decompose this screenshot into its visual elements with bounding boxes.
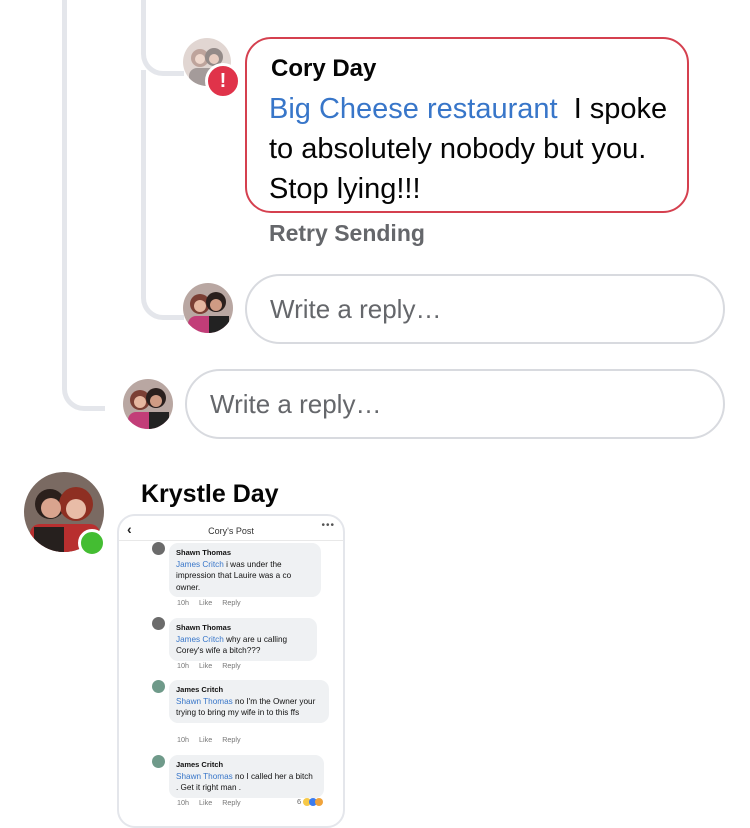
- list-item: Shawn Thomas James Critch why are u call…: [169, 618, 317, 661]
- error-badge-icon: !: [205, 63, 241, 99]
- avatar: [123, 379, 173, 429]
- like-link: Like: [199, 735, 213, 744]
- reply-link: Reply: [222, 598, 241, 607]
- attached-screenshot[interactable]: ‹ Cory's Post ••• Shawn Thomas James Cri…: [117, 514, 345, 828]
- list-item: James Critch Shawn Thomas no I'm the Own…: [169, 680, 329, 723]
- comment-author[interactable]: Krystle Day: [141, 480, 279, 509]
- avatar: [152, 617, 165, 630]
- reaction-number: 6: [297, 797, 302, 806]
- reply-link: Reply: [222, 661, 241, 670]
- timestamp: 10h: [177, 598, 189, 607]
- commenter-name: Shawn Thomas: [176, 623, 232, 632]
- commenter-name: James Critch: [176, 685, 224, 694]
- like-link: Like: [199, 598, 213, 607]
- comment-meta: 10h Like Reply: [177, 798, 251, 807]
- retry-sending-button[interactable]: Retry Sending: [269, 220, 425, 247]
- like-link: Like: [199, 661, 213, 670]
- comment-bubble[interactable]: Cory Day Big Cheese restaurant I spoke t…: [245, 37, 689, 213]
- thread-connector-outer: [62, 370, 105, 411]
- comment-meta: 10h Like Reply: [177, 735, 251, 744]
- commenter-name: James Critch: [176, 760, 224, 769]
- comment-text: Big Cheese restaurant I spoke to absolut…: [269, 89, 679, 209]
- thread-connector-cory: [141, 35, 184, 76]
- avatar: [152, 542, 165, 555]
- avatar: [152, 755, 165, 768]
- mention-link[interactable]: Big Cheese restaurant: [269, 93, 558, 125]
- list-item: Shawn Thomas James Critch i was under th…: [169, 543, 321, 597]
- more-options-icon: •••: [321, 520, 335, 531]
- avatar: [152, 680, 165, 693]
- online-status-dot: [78, 529, 106, 557]
- list-item: James Critch Shawn Thomas no I called he…: [169, 755, 324, 798]
- comment-meta: 10h Like Reply: [177, 598, 251, 607]
- like-link: Like: [199, 798, 213, 807]
- reply-input-outer[interactable]: Write a reply…: [185, 369, 725, 439]
- commenter-name: Shawn Thomas: [176, 548, 232, 557]
- thread-line-inner: [141, 0, 146, 40]
- mention-link: Shawn Thomas: [176, 696, 233, 706]
- reply-link: Reply: [222, 735, 241, 744]
- comment-author[interactable]: Cory Day: [271, 55, 376, 83]
- reaction-count: 6: [297, 797, 324, 807]
- mention-link: Shawn Thomas: [176, 771, 233, 781]
- avatar: [183, 283, 233, 333]
- thread-connector-reply: [141, 285, 184, 320]
- timestamp: 10h: [177, 735, 189, 744]
- mention-link: James Critch: [176, 559, 224, 569]
- thread-line-outer: [62, 0, 67, 380]
- haha-reaction-icon: [315, 798, 324, 807]
- mention-link: James Critch: [176, 634, 224, 644]
- reply-link: Reply: [222, 798, 241, 807]
- thread-line-inner-2: [141, 70, 146, 295]
- timestamp: 10h: [177, 661, 189, 670]
- reply-input[interactable]: Write a reply…: [245, 274, 725, 344]
- post-title: Cory's Post: [208, 526, 254, 536]
- timestamp: 10h: [177, 798, 189, 807]
- comment-meta: 10h Like Reply: [177, 661, 251, 670]
